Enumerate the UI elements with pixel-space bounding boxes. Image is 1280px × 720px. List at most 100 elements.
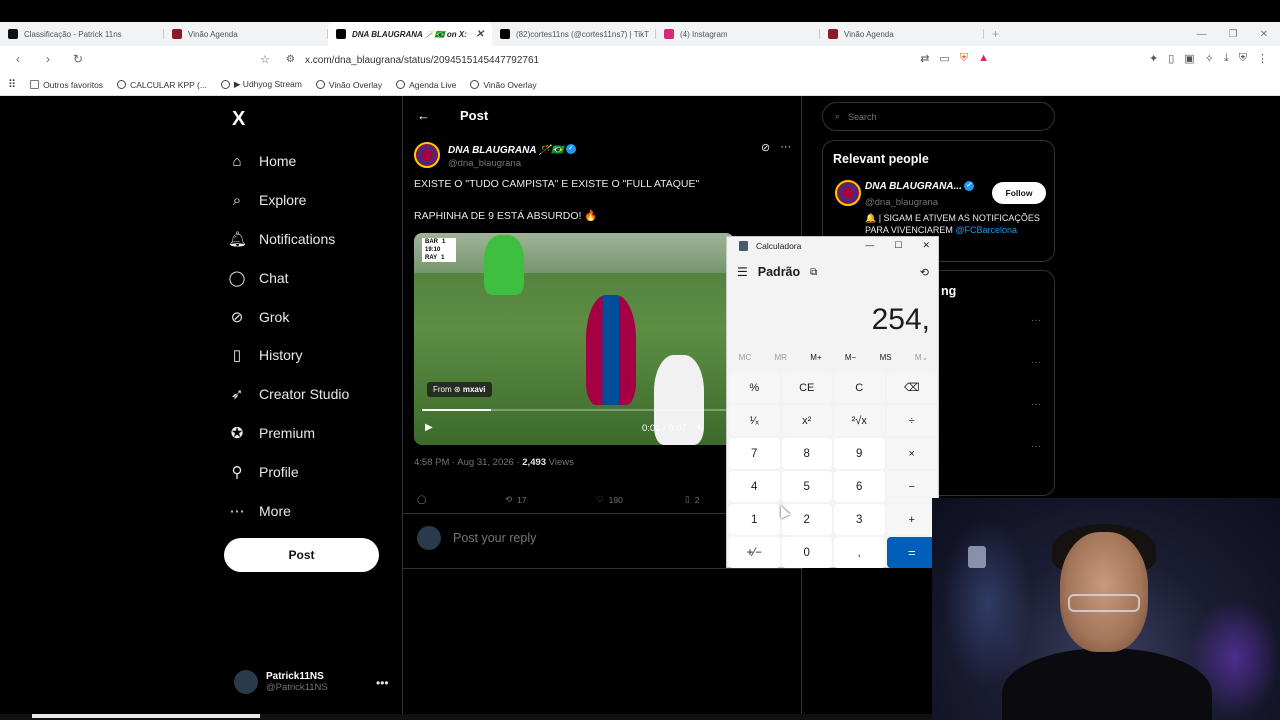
author-avatar[interactable] [414, 141, 440, 168]
retweet-button[interactable]: ⟲ 17 [505, 494, 527, 505]
browser-tab[interactable]: Vinão Agenda [820, 22, 984, 46]
extensions-icon[interactable]: ✦ [1149, 52, 1158, 65]
trend-more-icon[interactable]: ··· [1031, 441, 1041, 452]
brave-shield-icon[interactable]: ⛨ [960, 52, 968, 65]
bookmark-item[interactable]: ▶ Udhyog Stream [220, 79, 302, 90]
divide-key[interactable]: ÷ [886, 405, 937, 436]
reload-icon[interactable]: ↻ [68, 52, 88, 66]
sqrt-key[interactable]: ²√x [834, 405, 885, 436]
tweet-author[interactable]: DNA BLAUGRANA 🪄🇧🇷 ✓ @dna_blaugrana [414, 140, 576, 169]
relevant-name[interactable]: DNA BLAUGRANA... ✓ [865, 181, 974, 192]
post-button[interactable]: Post [224, 538, 379, 572]
leo-icon[interactable]: ✧ [1205, 52, 1214, 65]
video-player[interactable]: BAR 1 19:10 RAY 1 From ⊛ mxavi ▶ 0:01 / 0:… [414, 233, 734, 445]
sidebar-item-profile[interactable]: ⚲ Profile [228, 452, 349, 491]
vpn-icon[interactable]: ⛨ [1239, 52, 1247, 65]
account-switcher[interactable]: Patrick11NS @Patrick11NS [234, 670, 328, 694]
downloads-icon[interactable]: ⤓ [1224, 52, 1229, 65]
digit-5-key[interactable]: 5 [781, 471, 832, 502]
add-key[interactable]: + [886, 504, 937, 535]
author-handle[interactable]: @dna_blaugrana [448, 158, 576, 169]
memory-button[interactable]: MS [880, 353, 892, 362]
sidebar-item-home[interactable]: ⌂ Home [228, 142, 349, 181]
digit-6-key[interactable]: 6 [834, 471, 885, 502]
trend-more-icon[interactable]: ··· [1031, 399, 1041, 410]
reciprocal-key[interactable]: ¹⁄ₓ [729, 405, 780, 436]
bookmark-star-icon[interactable]: ☆ [260, 53, 270, 66]
bookmark-button[interactable]: ▯ 2 [685, 494, 699, 505]
bookmark-item[interactable]: CALCULAR KPP (... [117, 79, 207, 90]
tweet-time[interactable]: 4:58 PM · Aug 31, 2026 · [414, 457, 522, 468]
close-icon[interactable]: ✕ [922, 240, 930, 251]
bookmark-item[interactable]: Outros favoritos [30, 79, 103, 90]
wallet-icon[interactable]: ▣ [1184, 52, 1194, 65]
clear-key[interactable]: C [834, 372, 885, 403]
maximize-icon[interactable]: ☐ [894, 240, 902, 251]
menu-icon[interactable]: ⋮ [1257, 52, 1268, 65]
digit-1-key[interactable]: 1 [729, 504, 780, 535]
video-source-badge[interactable]: From ⊛ mxavi [427, 382, 492, 397]
back-icon[interactable]: ‹ [8, 52, 28, 66]
multiply-key[interactable]: × [886, 438, 937, 469]
like-button[interactable]: ♡ 190 [596, 494, 623, 505]
minimize-icon[interactable]: — [1197, 29, 1207, 40]
digit-0-key[interactable]: 0 [781, 537, 832, 568]
cast-icon[interactable]: ▭ [939, 52, 949, 65]
translate-icon[interactable]: ⇄ [920, 52, 929, 65]
decimal-key[interactable]: , [834, 537, 885, 568]
reply-input[interactable]: Post your reply [453, 531, 536, 545]
post-more-icon[interactable]: ··· [780, 141, 791, 154]
forward-icon[interactable]: › [38, 52, 58, 66]
clear-entry-key[interactable]: CE [781, 372, 832, 403]
memory-button[interactable]: M⌄ [915, 353, 928, 362]
negate-key[interactable]: +⁄− [729, 537, 780, 568]
memory-button[interactable]: MC [739, 353, 751, 362]
memory-button[interactable]: M+ [810, 353, 821, 362]
restore-icon[interactable]: ❐ [1229, 29, 1238, 40]
digit-9-key[interactable]: 9 [834, 438, 885, 469]
hamburger-menu-icon[interactable]: ☰ [737, 265, 748, 279]
new-tab-icon[interactable]: + [992, 27, 999, 41]
grok-explain-icon[interactable]: ⊘ [761, 141, 770, 154]
digit-4-key[interactable]: 4 [729, 471, 780, 502]
relevant-avatar[interactable] [835, 180, 861, 206]
sidebar-item-creator-studio[interactable]: ➶ Creator Studio [228, 375, 350, 414]
account-more-icon[interactable]: ••• [376, 676, 389, 690]
backspace-key[interactable]: ⌫ [886, 372, 937, 403]
relevant-handle[interactable]: @dna_blaugrana [865, 197, 938, 208]
trend-more-icon[interactable]: ··· [1031, 357, 1041, 368]
author-name[interactable]: DNA BLAUGRANA 🪄🇧🇷 [448, 145, 564, 156]
back-arrow-icon[interactable]: ← [417, 108, 430, 123]
reply-button[interactable]: ◯ [417, 494, 427, 505]
site-info-icon[interactable]: ⚙ [286, 54, 295, 65]
follow-button[interactable]: Follow [992, 182, 1046, 204]
play-icon[interactable]: ▶ [425, 422, 433, 433]
keep-on-top-icon[interactable]: ⧉ [810, 267, 817, 278]
reply-composer[interactable]: Post your reply [417, 526, 536, 550]
tab-close-icon[interactable]: ✕ [476, 29, 484, 40]
bookmark-item[interactable]: Vinão Overlay [315, 79, 382, 90]
browser-tab[interactable]: Vinão Agenda [164, 22, 328, 46]
digit-3-key[interactable]: 3 [834, 504, 885, 535]
minimize-icon[interactable]: — [865, 240, 874, 251]
bio-mention[interactable]: @FCBarcelona [955, 225, 1017, 235]
digit-2-key[interactable]: 2 [781, 504, 832, 535]
browser-tab[interactable]: DNA BLAUGRANA 🪄🇧🇷 on X: ✕ [328, 22, 492, 46]
sidebar-item-notifications[interactable]: 🔔︎ Notifications [228, 220, 349, 259]
bookmark-item[interactable]: Agenda Live [396, 79, 456, 90]
rewards-icon[interactable]: ▲ [978, 52, 989, 65]
memory-button[interactable]: M− [845, 353, 856, 362]
browser-tab[interactable]: (82)cortes11ns (@cortes11ns7) | TikT [492, 22, 656, 46]
sidebar-item-history[interactable]: ▯ History [228, 336, 349, 375]
square-key[interactable]: x² [781, 405, 832, 436]
browser-tab[interactable]: Classificação - Patrick 11ns [0, 22, 164, 46]
mute-icon[interactable]: 🔇︎ [697, 422, 703, 433]
equals-key[interactable]: = [886, 537, 937, 568]
bookmark-item[interactable]: Vinão Overlay [470, 79, 537, 90]
x-logo-icon[interactable]: X [232, 108, 245, 131]
memory-button[interactable]: MR [774, 353, 786, 362]
sidebar-item-grok[interactable]: ⊘ Grok [228, 297, 349, 336]
digit-8-key[interactable]: 8 [781, 438, 832, 469]
video-progress-bar[interactable] [422, 409, 734, 411]
trend-more-icon[interactable]: ··· [1031, 315, 1041, 326]
